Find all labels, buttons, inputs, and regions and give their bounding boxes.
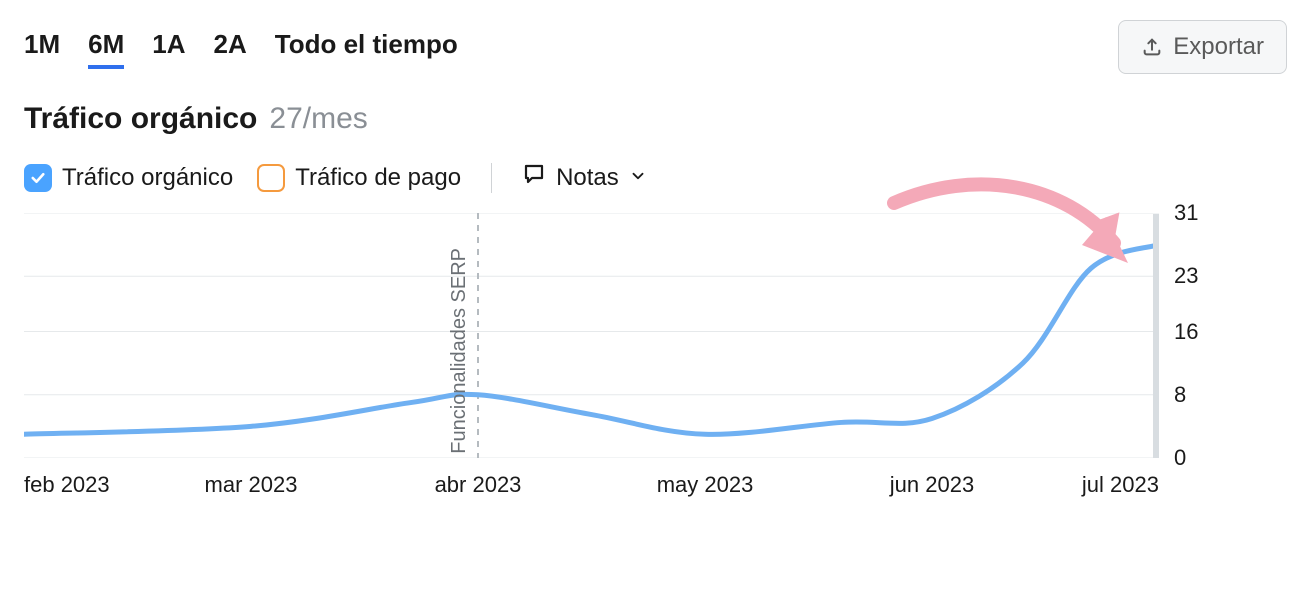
tab-2a[interactable]: 2A <box>214 25 247 69</box>
x-tick-label: jul 2023 <box>1082 472 1159 498</box>
tab-6m[interactable]: 6M <box>88 25 124 69</box>
chevron-down-icon <box>629 164 647 192</box>
y-tick-label: 23 <box>1174 263 1198 289</box>
chart-title: Tráfico orgánico <box>24 102 257 136</box>
x-tick-label: may 2023 <box>657 472 754 498</box>
x-tick-label: abr 2023 <box>435 472 522 498</box>
x-tick-label: mar 2023 <box>205 472 298 498</box>
export-label: Exportar <box>1173 33 1264 61</box>
export-button[interactable]: Exportar <box>1118 20 1287 74</box>
y-tick-label: 8 <box>1174 382 1186 408</box>
y-tick-label: 0 <box>1174 445 1186 471</box>
y-tick-label: 31 <box>1174 200 1198 226</box>
tab-all-time[interactable]: Todo el tiempo <box>275 25 458 69</box>
legend-paid-traffic[interactable]: Tráfico de pago <box>257 164 461 192</box>
tab-1a[interactable]: 1A <box>152 25 185 69</box>
notes-label: Notas <box>556 164 619 192</box>
checkbox-unchecked-icon <box>257 164 285 192</box>
x-tick-label: feb 2023 <box>24 472 110 498</box>
legend-paid-label: Tráfico de pago <box>295 164 461 192</box>
chart-title-row: Tráfico orgánico 27/mes <box>24 102 1287 136</box>
upload-icon <box>1141 36 1163 58</box>
time-range-tabs: 1M 6M 1A 2A Todo el tiempo <box>24 25 458 69</box>
chart-title-value: 27/mes <box>269 102 367 136</box>
legend-organic-label: Tráfico orgánico <box>62 164 233 192</box>
y-tick-label: 16 <box>1174 319 1198 345</box>
chart-right-edge <box>1153 214 1159 458</box>
checkbox-checked-icon <box>24 164 52 192</box>
comment-icon <box>522 162 546 193</box>
legend-organic-traffic[interactable]: Tráfico orgánico <box>24 164 233 192</box>
annotation-serp-label: Funcionalidades SERP <box>448 248 471 454</box>
x-tick-label: jun 2023 <box>890 472 974 498</box>
tab-1m[interactable]: 1M <box>24 25 60 69</box>
notes-dropdown[interactable]: Notas <box>522 162 647 193</box>
separator <box>491 163 492 193</box>
traffic-chart: Funcionalidades SERP 08162331 feb 2023ma… <box>24 213 1284 500</box>
